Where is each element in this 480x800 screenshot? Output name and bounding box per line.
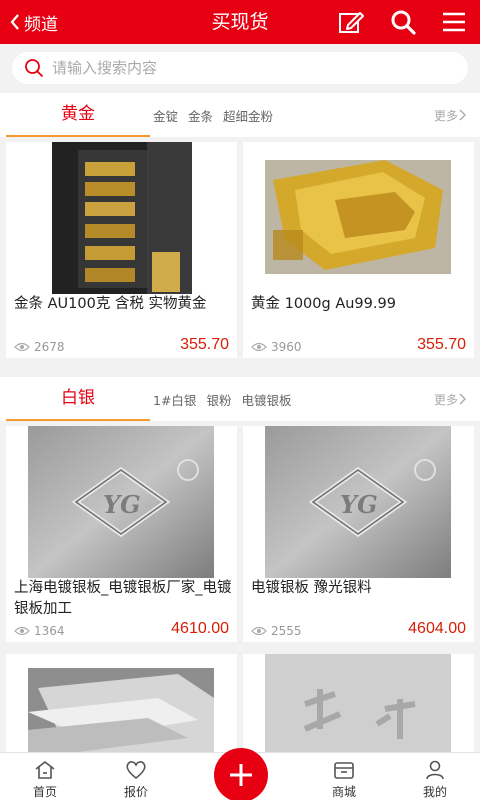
section-title-gold[interactable]: 黄金	[6, 93, 150, 137]
top-bar: 频道 买现货	[0, 0, 480, 44]
view-count: 2678	[14, 340, 65, 354]
section-title-silver[interactable]: 白银	[6, 377, 150, 421]
back-button[interactable]: 频道	[10, 0, 58, 44]
shop-icon	[334, 762, 354, 779]
view-count: 3960	[251, 340, 302, 354]
search-input[interactable]	[52, 59, 452, 77]
view-count: 2555	[251, 624, 302, 638]
edit-icon	[339, 12, 364, 33]
more-link-gold[interactable]: 更多	[434, 93, 466, 137]
edit-button[interactable]	[337, 9, 365, 35]
nav-home[interactable]: 首页	[10, 753, 80, 800]
section-header-gold: 黄金 金锭 金条 超细金粉 更多	[0, 93, 480, 137]
nav-mine-label: 我的	[422, 785, 447, 799]
nav-home-label: 首页	[32, 785, 57, 799]
search-bar	[0, 44, 480, 92]
more-link-silver[interactable]: 更多	[434, 377, 466, 421]
view-count-value: 1364	[34, 624, 65, 638]
menu-button[interactable]	[440, 9, 468, 35]
view-count-value: 2678	[34, 340, 65, 354]
product-image	[28, 668, 214, 752]
home-icon	[35, 760, 55, 779]
view-count: 1364	[14, 624, 65, 638]
product-card[interactable]: 金条 AU100克 含税 实物黄金 2678 355.70	[6, 142, 237, 358]
tag-link[interactable]: 金锭	[153, 106, 178, 125]
product-name: 黄金 1000g Au99.99	[251, 296, 396, 312]
brand-logo-text: YG	[103, 490, 141, 519]
product-card[interactable]: YG 电镀银板 豫光银料 2555 4604.00	[243, 426, 474, 642]
product-name: 金条 AU100克 含税 实物黄金	[14, 296, 207, 312]
product-price: 4610.00	[171, 620, 229, 637]
chevron-right-icon	[459, 109, 466, 121]
product-image	[265, 160, 451, 274]
chevron-left-icon	[10, 14, 19, 30]
product-price: 4604.00	[408, 620, 466, 637]
section-underline	[6, 419, 150, 421]
eye-icon	[251, 626, 267, 636]
nav-mall-label: 商城	[331, 785, 356, 799]
view-count-value: 2555	[271, 624, 302, 638]
tag-link[interactable]: 1#白银	[153, 390, 196, 409]
section-header-silver: 白银 1#白银 银粉 电镀银板 更多	[0, 377, 480, 421]
product-image	[52, 142, 192, 294]
heart-icon	[126, 761, 146, 780]
nav-mall[interactable]: 商城	[309, 753, 379, 800]
search-button[interactable]	[389, 9, 417, 35]
search-icon	[25, 59, 43, 77]
nav-quote-label: 报价	[123, 785, 148, 799]
product-card[interactable]: YG 上海电镀银板_电镀银板厂家_电镀银板加工 1364 4610.00	[6, 426, 237, 642]
section-underline	[6, 135, 150, 137]
section-tags-silver: 1#白银 银粉 电镀银板	[153, 377, 301, 421]
eye-icon	[14, 626, 30, 636]
product-price: 355.70	[180, 336, 229, 353]
nav-mine[interactable]: 我的	[400, 753, 470, 800]
search-box[interactable]	[12, 52, 468, 84]
search-icon	[391, 10, 416, 35]
product-name: 电镀银板 豫光银料	[251, 580, 372, 596]
plus-icon	[230, 764, 252, 786]
brand-logo-text: YG	[340, 490, 378, 519]
eye-icon	[14, 342, 30, 352]
nav-quote[interactable]: 报价	[101, 753, 171, 800]
eye-icon	[251, 342, 267, 352]
product-name: 上海电镀银板_电镀银板厂家_电镀银板加工	[14, 580, 232, 617]
product-card[interactable]	[243, 654, 474, 752]
back-label: 频道	[24, 14, 58, 35]
product-card[interactable]: 黄金 1000g Au99.99 3960 355.70	[243, 142, 474, 358]
product-image	[265, 654, 451, 752]
product-price: 355.70	[417, 336, 466, 353]
view-count-value: 3960	[271, 340, 302, 354]
tag-link[interactable]: 超细金粉	[223, 106, 273, 125]
more-label: 更多	[433, 392, 458, 407]
more-label: 更多	[433, 108, 458, 123]
tag-link[interactable]: 银粉	[206, 390, 231, 409]
user-icon	[426, 760, 444, 780]
chevron-right-icon	[459, 393, 466, 405]
tag-link[interactable]: 金条	[188, 106, 213, 125]
tag-link[interactable]: 电镀银板	[241, 390, 291, 409]
menu-icon	[443, 12, 465, 32]
publish-button[interactable]	[214, 748, 268, 800]
product-card[interactable]	[6, 654, 237, 752]
section-tags-gold: 金锭 金条 超细金粉	[153, 93, 283, 137]
